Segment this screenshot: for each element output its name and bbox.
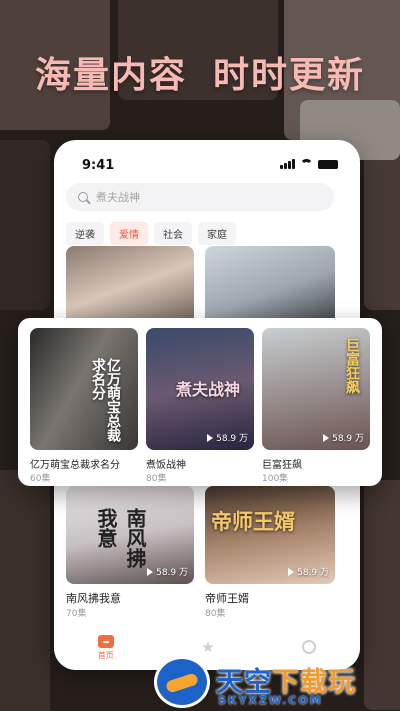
drama-card[interactable]: 亿万萌宝总裁求名分 xyxy=(30,328,138,450)
home-icon xyxy=(97,635,114,648)
tab-home[interactable]: 首页 xyxy=(97,635,114,661)
drama-card[interactable]: 煮夫战神 58.9 万 xyxy=(146,328,254,450)
category-tags: 逆袭 爱情 社会 家庭 xyxy=(66,222,236,245)
promo-headline: 海量内容 时时更新 xyxy=(0,46,400,98)
status-icons xyxy=(280,159,338,169)
poster-title-art: 巨富狂飙 xyxy=(344,338,360,394)
drama-title: 巨富狂飙 xyxy=(262,460,302,471)
view-count: 58.9 万 xyxy=(288,565,329,578)
featured-popup: 亿万萌宝总裁求名分 亿万萌宝总裁求名分 60集 煮夫战神 58.9 万 煮饭战神… xyxy=(18,318,382,486)
episode-count: 80集 xyxy=(146,474,167,484)
poster-title-art: 亿万萌宝总裁求名分 xyxy=(90,358,121,442)
poster-title-art: 南风拂我意 xyxy=(94,508,147,568)
signal-icon xyxy=(280,159,295,169)
drama-title: 帝师王婿 xyxy=(205,592,249,605)
search-icon xyxy=(78,192,88,202)
drama-card[interactable] xyxy=(205,246,335,326)
episode-count: 60集 xyxy=(30,474,51,484)
headline-left: 海量内容 xyxy=(34,55,187,96)
play-icon xyxy=(323,433,330,442)
play-icon xyxy=(207,433,214,442)
drama-card[interactable]: 巨富狂飙 58.9 万 xyxy=(262,328,370,450)
episode-count: 100集 xyxy=(262,474,289,484)
tab-home-label: 首页 xyxy=(97,651,114,660)
headline-right: 时时更新 xyxy=(213,55,366,96)
status-time: 9:41 xyxy=(82,158,115,173)
play-icon xyxy=(147,567,154,576)
poster-image xyxy=(205,246,335,326)
drama-card[interactable]: 南风拂我意 58.9 万 xyxy=(66,486,194,584)
view-count: 58.9 万 xyxy=(147,565,188,578)
view-count: 58.9 万 xyxy=(207,431,248,444)
episode-count: 70集 xyxy=(66,609,87,619)
tag-shehui[interactable]: 社会 xyxy=(154,222,192,245)
drama-title: 南风拂我意 xyxy=(66,592,121,605)
drama-title: 煮饭战神 xyxy=(146,460,186,471)
search-input[interactable] xyxy=(96,190,296,204)
poster-title-art: 帝师王婿 xyxy=(211,510,295,534)
episode-count: 80集 xyxy=(205,609,226,619)
watermark-url: SKYXZW.COM xyxy=(218,694,323,707)
search-bar[interactable] xyxy=(66,183,334,211)
drama-card[interactable]: 帝师王婿 58.9 万 xyxy=(205,486,335,584)
user-icon xyxy=(302,640,317,654)
wifi-icon xyxy=(300,159,313,169)
poster-image xyxy=(30,328,138,450)
tab-favorites[interactable]: ★ xyxy=(201,637,215,657)
poster-image xyxy=(66,246,194,326)
battery-icon xyxy=(318,159,338,169)
view-count: 58.9 万 xyxy=(323,431,364,444)
poster-title-art: 煮夫战神 xyxy=(176,380,241,399)
drama-title: 亿万萌宝总裁求名分 xyxy=(30,460,120,471)
tag-nixi[interactable]: 逆袭 xyxy=(66,222,104,245)
play-icon xyxy=(288,567,295,576)
tab-profile[interactable] xyxy=(302,640,317,656)
tag-jiating[interactable]: 家庭 xyxy=(198,222,236,245)
tag-aiqing[interactable]: 爱情 xyxy=(110,222,148,245)
watermark-logo-icon xyxy=(154,656,210,708)
star-icon: ★ xyxy=(201,637,215,656)
drama-card[interactable] xyxy=(66,246,194,326)
site-watermark: 天空下载玩 SKYXZW.COM xyxy=(154,656,400,711)
